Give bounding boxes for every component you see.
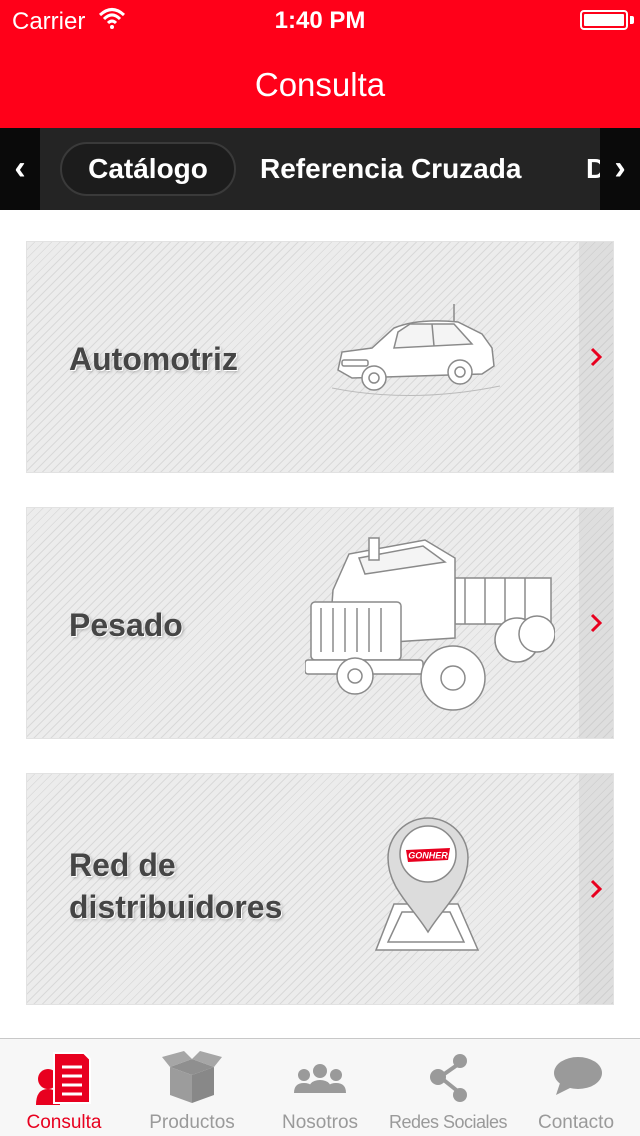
tab-label: Productos bbox=[149, 1112, 235, 1133]
card-label-line2: distribuidores bbox=[69, 889, 283, 925]
truck-illustration bbox=[305, 537, 555, 711]
tab-nosotros[interactable]: Nosotros bbox=[256, 1039, 384, 1136]
battery-fill bbox=[584, 14, 624, 26]
tab-label: Consulta bbox=[26, 1112, 102, 1133]
document-icon bbox=[36, 1052, 91, 1105]
card-label: Automotriz bbox=[69, 341, 238, 377]
chevron-left-icon[interactable]: ‹ bbox=[0, 128, 40, 210]
status-bar: Carrier 1:40 PM bbox=[0, 0, 640, 40]
chevron-right-icon bbox=[590, 879, 603, 899]
tab-bar: Consulta Productos Nosotros Redes Social… bbox=[0, 1038, 640, 1136]
card-label-line1: Red de bbox=[69, 847, 176, 883]
segment-catalogo[interactable]: Catálogo bbox=[60, 142, 236, 196]
card-pesado[interactable]: Pesado bbox=[26, 507, 614, 739]
box-icon bbox=[162, 1051, 222, 1103]
map-pin-illustration: GONHER bbox=[374, 817, 480, 951]
gonher-logo-text: GONHER bbox=[408, 851, 448, 861]
card-red-de-distribuidores[interactable]: Red de distribuidores GONHER bbox=[26, 773, 614, 1005]
tab-contacto[interactable]: Contacto bbox=[512, 1039, 640, 1136]
share-icon bbox=[430, 1054, 467, 1102]
tab-consulta[interactable]: Consulta bbox=[0, 1039, 128, 1136]
tab-productos[interactable]: Productos bbox=[128, 1039, 256, 1136]
tab-redes-sociales[interactable]: Redes Sociales bbox=[384, 1039, 512, 1136]
header: Carrier 1:40 PM Consulta bbox=[0, 0, 640, 128]
tab-label: Nosotros bbox=[281, 1112, 359, 1133]
segment-scroller: Catálogo Referencia Cruzada D ‹ › bbox=[0, 128, 640, 210]
page-title: Consulta bbox=[254, 66, 386, 103]
people-icon bbox=[294, 1064, 346, 1093]
card-label: Pesado bbox=[69, 607, 183, 643]
car-illustration bbox=[332, 304, 501, 396]
card-automotriz[interactable]: Automotriz bbox=[26, 241, 614, 473]
segment-clipped[interactable]: D bbox=[586, 142, 600, 196]
chevron-right-icon[interactable]: › bbox=[600, 128, 640, 210]
speech-bubble-icon bbox=[554, 1057, 602, 1095]
segment-referencia-cruzada[interactable]: Referencia Cruzada bbox=[260, 142, 521, 196]
tab-label: Redes Sociales bbox=[388, 1112, 508, 1132]
tab-label: Contacto bbox=[537, 1112, 615, 1133]
battery-tip bbox=[630, 16, 634, 24]
status-time: 1:40 PM bbox=[274, 7, 366, 34]
battery-icon bbox=[580, 10, 628, 30]
chevron-right-icon bbox=[590, 613, 603, 633]
chevron-right-icon bbox=[590, 347, 603, 367]
